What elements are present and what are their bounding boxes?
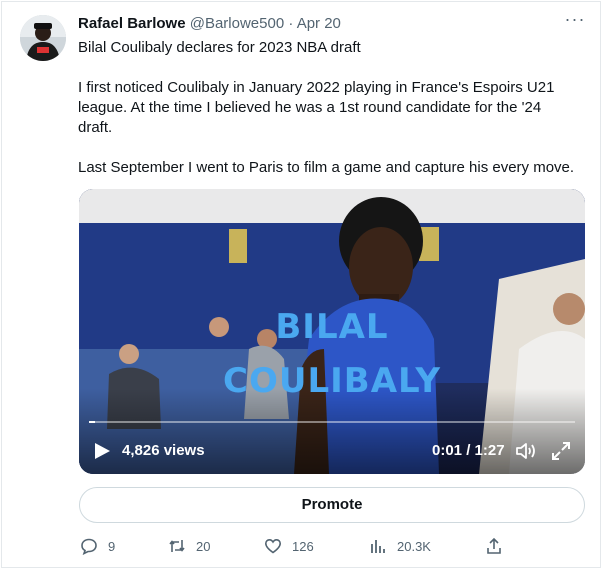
video-progress-bar[interactable]: [89, 421, 575, 423]
reply-count: 9: [108, 538, 116, 554]
views-button[interactable]: 20.3K: [369, 537, 431, 555]
video-progress-fill: [89, 421, 95, 423]
author-handle[interactable]: @Barlowe500: [190, 15, 284, 32]
reply-icon: [81, 538, 97, 555]
promote-button[interactable]: Promote: [79, 487, 585, 523]
like-button[interactable]: 126: [264, 537, 314, 555]
play-icon[interactable]: [93, 442, 111, 460]
fullscreen-icon[interactable]: [551, 441, 571, 461]
tweet-text-line: I first noticed Coulibaly in January 202…: [78, 79, 555, 96]
share-icon: [487, 537, 501, 554]
tweet-text-line: Last September I went to Paris to film a…: [78, 159, 575, 176]
video-player[interactable]: BILAL COULIBALY 4,826 views 0:01 / 1:27: [79, 189, 585, 474]
retweet-count: 20: [196, 538, 211, 554]
tweet-header: Rafael Barlowe @Barlowe500 · Apr 20: [78, 14, 341, 34]
avatar[interactable]: [20, 15, 66, 61]
video-view-count: 4,826 views: [122, 442, 205, 459]
volume-icon[interactable]: [515, 441, 537, 461]
tweet-date[interactable]: Apr 20: [297, 15, 341, 32]
like-count: 126: [292, 538, 314, 554]
retweet-icon: [169, 540, 185, 552]
video-time: 0:01 / 1:27: [432, 442, 505, 459]
like-icon: [264, 538, 282, 554]
tweet-text-line: Bilal Coulibaly declares for 2023 NBA dr…: [78, 39, 361, 56]
video-overlay-title: COULIBALY: [223, 361, 441, 401]
views-chart-icon: [371, 540, 385, 553]
share-button[interactable]: [485, 537, 503, 555]
tweet-text-line: league. At the time I believed he was a …: [78, 99, 542, 116]
tweet-text-line: draft.: [78, 119, 113, 136]
reply-button[interactable]: 9: [80, 537, 115, 555]
retweet-button[interactable]: 20: [168, 537, 210, 555]
more-options-icon[interactable]: ···: [562, 10, 588, 34]
video-overlay-title: BILAL: [275, 307, 389, 347]
author-name[interactable]: Rafael Barlowe: [78, 15, 186, 32]
views-count: 20.3K: [397, 538, 431, 554]
separator-dot: ·: [288, 15, 294, 32]
